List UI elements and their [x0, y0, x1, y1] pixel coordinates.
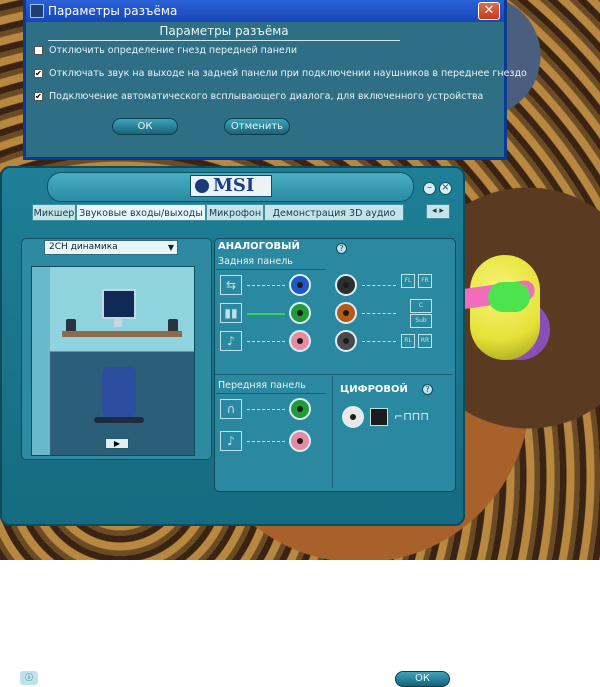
link-line [247, 341, 285, 342]
dialog-ok-button[interactable]: ОК [112, 118, 178, 135]
msi-logo: MSI [190, 175, 272, 197]
speaker-rl-icon: RL [401, 334, 415, 348]
minimize-icon[interactable]: – [423, 182, 436, 195]
link-line [247, 285, 285, 286]
link-line [362, 313, 396, 314]
option-disable-front-detection[interactable]: Отключить определение гнезд передней пан… [34, 43, 504, 59]
close-icon[interactable]: × [439, 182, 452, 195]
front-divider [216, 393, 326, 394]
speaker-center-icon: C [410, 299, 432, 313]
front-panel-label: Передняя панель [218, 380, 306, 391]
msi-audio-panel: MSI – × Микшер Звуковые входы/выходы Мик… [0, 166, 465, 687]
chevron-down-icon: ▼ [167, 243, 174, 252]
tab-audio-io[interactable]: Звуковые входы/выходы [76, 204, 206, 221]
speaker-sub-icon: Sub [410, 314, 432, 328]
play-button[interactable]: ▶ [105, 438, 129, 449]
app-icon [30, 4, 44, 18]
desk [62, 331, 182, 337]
dialog-titlebar: Параметры разъёма ✕ [26, 0, 504, 22]
link-line [362, 285, 396, 286]
monitor-stand [114, 317, 122, 327]
msi-header-bar: MSI [47, 172, 414, 202]
checkbox-disable-front-detection[interactable] [34, 46, 43, 55]
option-label: Отключить определение гнезд передней пан… [49, 45, 298, 56]
jack-gray-side-out[interactable] [335, 330, 357, 352]
room-wall [32, 267, 50, 455]
chair [102, 367, 136, 417]
jack-front-mic[interactable] [289, 430, 311, 452]
checkbox-auto-popup[interactable]: ✔ [34, 92, 43, 101]
jack-orange-center-sub[interactable] [335, 302, 357, 324]
option-mute-rear[interactable]: ✔ Отключать звук на выходе на задней пане… [34, 66, 527, 82]
speakers-icon: ▮▮ [220, 303, 242, 323]
dialog-title: Параметры разъёма [48, 4, 178, 18]
tab-microphone[interactable]: Микрофон [206, 204, 264, 221]
tab-mixer[interactable]: Микшер [32, 204, 76, 221]
speaker-fr-icon: FR [418, 274, 432, 288]
front-mic-icon: ♪ [220, 431, 242, 451]
digital-label: ЦИФРОВОЙ [340, 384, 408, 395]
main-ok-button[interactable]: ОК [395, 671, 450, 687]
tab-bar: Микшер Звуковые входы/выходы Микрофон Де… [12, 204, 452, 221]
tab-3d-demo[interactable]: Демонстрация 3D аудио [264, 204, 404, 221]
speaker-mode-value: 2CH динамика [49, 242, 118, 252]
vertical-divider [332, 376, 333, 488]
headphones-icon: ∩ [220, 399, 242, 419]
link-line-active [247, 313, 285, 315]
analog-label: АНАЛОГОВЫЙ [218, 241, 300, 252]
link-line [247, 409, 285, 410]
option-label: Отключать звук на выходе на задней панел… [49, 68, 527, 79]
digital-help-icon[interactable]: ? [422, 384, 433, 395]
close-button[interactable]: ✕ [478, 2, 500, 20]
speaker-rr-icon: RR [418, 334, 432, 348]
speaker-mode-select[interactable]: 2CH динамика ▼ [44, 240, 178, 255]
checkbox-mute-rear[interactable]: ✔ [34, 69, 43, 78]
room-illustration [31, 266, 195, 456]
rear-divider [216, 269, 326, 270]
toy-green [488, 282, 530, 312]
mic-icon: ♪ [220, 331, 242, 351]
jack-green-front-out[interactable] [289, 302, 311, 324]
msi-logo-text: MSI [213, 175, 255, 196]
rear-panel-label: Задняя панель [218, 256, 293, 267]
chair-base [94, 417, 144, 423]
tab-scroll-arrows[interactable]: ◂ ▸ [426, 204, 450, 219]
info-icon[interactable]: ⓘ [20, 671, 38, 685]
analog-help-icon[interactable]: ? [336, 243, 347, 254]
dialog-cancel-button[interactable]: Отменить [224, 118, 290, 135]
digital-signal-icon: ⌐⊓⊓⊓ [394, 410, 429, 423]
jack-blue-line-in[interactable] [289, 274, 311, 296]
jack-front-headphones[interactable] [289, 398, 311, 420]
line-in-icon: ⇆ [220, 275, 242, 295]
section-divider [215, 374, 453, 375]
jack-black-rear-out[interactable] [335, 274, 357, 296]
link-line [247, 441, 285, 442]
jack-pink-mic[interactable] [289, 330, 311, 352]
dragon-icon [195, 179, 209, 193]
connector-settings-dialog: Параметры разъёма ✕ Параметры разъёма От… [23, 0, 527, 160]
monitor-icon [102, 289, 136, 319]
dialog-header: Параметры разъёма [48, 24, 400, 41]
spdif-optical-icon[interactable] [370, 408, 388, 426]
speaker-fl-icon: FL [401, 274, 415, 288]
option-auto-popup[interactable]: ✔ Подключение автоматического всплывающег… [34, 89, 504, 105]
option-label: Подключение автоматического всплывающего… [49, 91, 484, 102]
link-line [362, 341, 396, 342]
jack-spdif-coax[interactable] [342, 406, 364, 428]
